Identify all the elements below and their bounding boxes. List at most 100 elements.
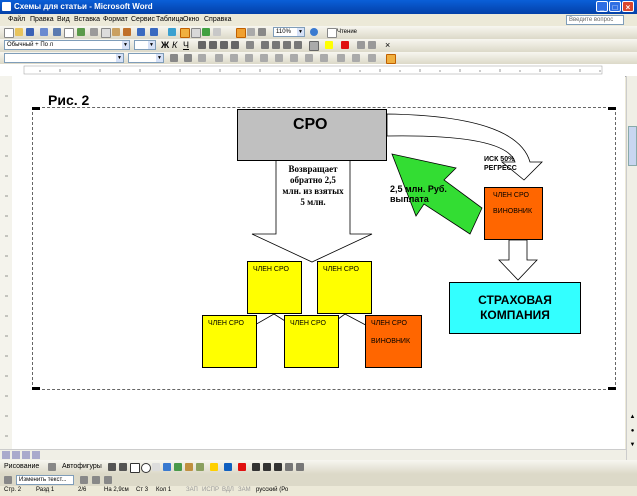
menu-edit[interactable]: Правка: [30, 16, 54, 23]
oval-icon[interactable]: [141, 463, 151, 473]
size-select[interactable]: ▼: [128, 53, 164, 63]
menu-help[interactable]: Справка: [204, 16, 231, 23]
font-size-select[interactable]: ▼: [134, 40, 156, 50]
crop-icon[interactable]: [215, 54, 223, 62]
status-trk[interactable]: ИСПР: [202, 487, 219, 493]
format-painter-icon[interactable]: [123, 28, 131, 36]
arrow-style-icon[interactable]: [274, 463, 282, 471]
print-layout-icon[interactable]: [22, 451, 30, 459]
select-objects-icon[interactable]: [48, 463, 56, 471]
show-hide-icon[interactable]: [258, 28, 266, 36]
menu-table[interactable]: Таблица: [156, 16, 183, 23]
numbering-icon[interactable]: [261, 41, 269, 49]
open-folder-icon[interactable]: [15, 28, 23, 36]
font-color-draw-icon[interactable]: [238, 463, 246, 471]
line-style-icon[interactable]: [170, 54, 178, 62]
close-button[interactable]: ×: [622, 1, 634, 12]
print-preview-icon[interactable]: [64, 28, 74, 38]
menu-insert[interactable]: Вставка: [74, 16, 100, 23]
redo-icon[interactable]: [150, 28, 158, 36]
undo-icon[interactable]: [137, 28, 145, 36]
shrink-font-icon[interactable]: [368, 41, 376, 49]
canvas-fit-icon[interactable]: [386, 54, 396, 64]
drawing-toggle-icon[interactable]: [236, 28, 246, 38]
review-icon[interactable]: [104, 476, 112, 484]
browse-object-icon[interactable]: ●: [628, 428, 637, 437]
insurance-company-box[interactable]: СТРАХОВАЯ КОМПАНИЯ: [449, 282, 581, 334]
line-spacing-icon[interactable]: [246, 41, 254, 49]
3d-style-icon[interactable]: [296, 463, 304, 471]
3d-icon[interactable]: [337, 54, 345, 62]
status-rec[interactable]: ЗАП: [186, 487, 198, 493]
save-icon[interactable]: [26, 28, 34, 36]
paste-icon[interactable]: [112, 28, 120, 36]
order-icon[interactable]: [275, 54, 283, 62]
normal-view-icon[interactable]: [2, 451, 10, 459]
pane-icon[interactable]: [4, 476, 12, 484]
rotate-icon[interactable]: [230, 54, 238, 62]
textbox-icon[interactable]: [152, 463, 160, 471]
culprit-member-box-top[interactable]: ЧЛЕН СРО ВИНОВНИК: [484, 187, 543, 240]
scroll-thumb[interactable]: [628, 126, 637, 166]
document-map-icon[interactable]: [247, 28, 255, 36]
bullets-icon[interactable]: [272, 41, 280, 49]
permission-icon[interactable]: [40, 28, 48, 36]
highlight-icon[interactable]: [325, 41, 333, 49]
help-icon[interactable]: [310, 28, 318, 36]
align-left-icon[interactable]: [198, 41, 206, 49]
sro-box[interactable]: СРО: [237, 109, 387, 161]
columns-icon[interactable]: [213, 28, 221, 36]
maximize-button[interactable]: □: [609, 1, 621, 12]
shadow-style-icon[interactable]: [285, 463, 293, 471]
underline-icon[interactable]: Ч: [183, 40, 189, 50]
help-search-input[interactable]: Введите вопрос: [566, 15, 624, 25]
text-box-link-icon[interactable]: [368, 54, 376, 62]
shadow-icon[interactable]: [320, 54, 328, 62]
menu-view[interactable]: Вид: [57, 16, 70, 23]
grow-font-icon[interactable]: [357, 41, 365, 49]
insert-table-icon[interactable]: [191, 28, 201, 38]
wordart-icon[interactable]: [163, 463, 171, 471]
diagram-icon[interactable]: [174, 463, 182, 471]
vertical-scrollbar[interactable]: ▲ ● ▼: [626, 76, 637, 460]
align-objects-icon[interactable]: [245, 54, 253, 62]
borders-icon[interactable]: [309, 41, 319, 51]
justify-icon[interactable]: [231, 41, 239, 49]
menu-file[interactable]: Файл: [8, 16, 25, 23]
flip-icon[interactable]: [290, 54, 298, 62]
bold-icon[interactable]: Ж: [161, 40, 169, 50]
style-select[interactable]: Обычный + По л ▼: [4, 40, 130, 50]
italic-icon[interactable]: К: [172, 40, 177, 50]
color-icon[interactable]: [305, 54, 313, 62]
close-toolbar-icon[interactable]: ×: [385, 40, 390, 50]
group-icon[interactable]: [260, 54, 268, 62]
picture-icon[interactable]: [196, 463, 204, 471]
next-page-icon[interactable]: ▼: [628, 442, 637, 451]
change-text-field[interactable]: Изменить текст...: [16, 475, 74, 485]
spelling-icon[interactable]: [77, 28, 85, 36]
tables-borders-icon[interactable]: [180, 28, 190, 38]
dash-icon[interactable]: [263, 463, 271, 471]
status-ovr[interactable]: ЗАМ: [238, 487, 251, 493]
read-label[interactable]: Чтение: [337, 29, 357, 35]
web-view-icon[interactable]: [12, 451, 20, 459]
font-color-icon[interactable]: [341, 41, 349, 49]
menu-window[interactable]: Окно: [183, 16, 199, 23]
edit-points-icon[interactable]: [352, 54, 360, 62]
rectangle-icon[interactable]: [130, 463, 140, 473]
cut-icon[interactable]: [90, 28, 98, 36]
member-box[interactable]: ЧЛЕН СРО: [202, 315, 257, 368]
outline-view-icon[interactable]: [32, 451, 40, 459]
decrease-indent-icon[interactable]: [283, 41, 291, 49]
minimize-button[interactable]: _: [596, 1, 608, 12]
member-box[interactable]: ЧЛЕН СРО: [284, 315, 339, 368]
print-icon[interactable]: [53, 28, 61, 36]
autoshapes-menu[interactable]: Автофигуры: [62, 463, 102, 470]
menu-format[interactable]: Формат: [103, 16, 128, 23]
align-center-icon[interactable]: [209, 41, 217, 49]
copy-icon[interactable]: [101, 28, 111, 38]
text-wrap-icon[interactable]: [198, 54, 206, 62]
review-icon[interactable]: [92, 476, 100, 484]
line-weight-icon[interactable]: [252, 463, 260, 471]
review-icon[interactable]: [80, 476, 88, 484]
